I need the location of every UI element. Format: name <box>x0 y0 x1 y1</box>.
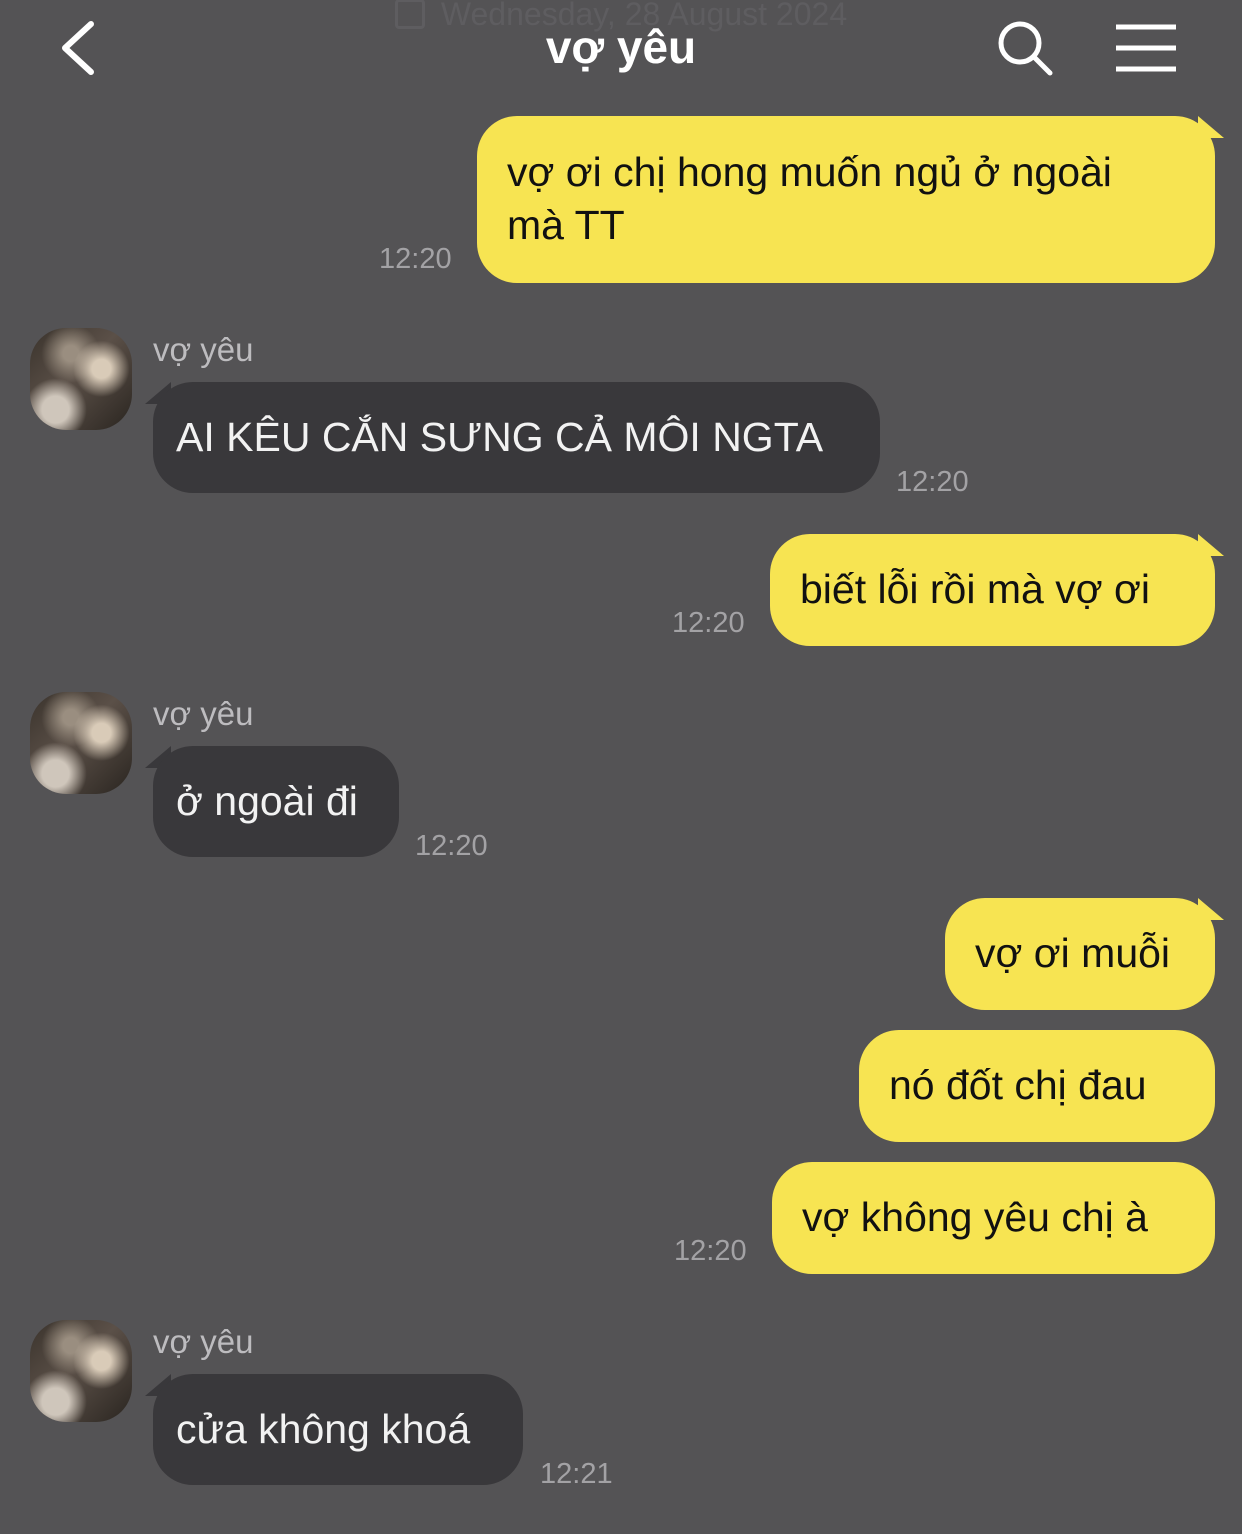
message-time: 12:20 <box>672 607 745 639</box>
avatar[interactable] <box>30 692 132 794</box>
message-bubble[interactable]: ở ngoài đi <box>153 746 399 857</box>
message-bubble[interactable]: biết lỗi rồi mà vợ ơi <box>770 534 1215 646</box>
chat-title: vợ yêu <box>545 21 697 73</box>
message-text: nó đốt chị đau <box>889 1062 1147 1108</box>
message-text: AI KÊU CẮN SƯNG CẢ MÔI NGTA <box>176 414 824 460</box>
message-bubble[interactable]: vợ ơi chị hong muốn ngủ ở ngoài mà TT <box>477 116 1215 283</box>
message-text: biết lỗi rồi mà vợ ơi <box>800 566 1150 612</box>
message-time: 12:20 <box>415 830 488 862</box>
message-time: 12:20 <box>896 466 969 498</box>
message-text: vợ không yêu chị à <box>802 1194 1148 1240</box>
message-bubble[interactable]: AI KÊU CẮN SƯNG CẢ MÔI NGTA <box>153 382 880 493</box>
message-text: ở ngoài đi <box>176 778 358 824</box>
message-time: 12:21 <box>540 1458 613 1490</box>
sender-name: vợ yêu <box>153 331 254 368</box>
sender-name: vợ yêu <box>153 695 254 732</box>
message-bubble[interactable]: vợ ơi muỗi <box>945 898 1215 1010</box>
message-text-line: mà TT <box>507 202 625 248</box>
avatar[interactable] <box>30 328 132 430</box>
message-text: vợ ơi muỗi <box>975 930 1171 976</box>
menu-icon[interactable] <box>1112 22 1180 74</box>
message-time: 12:20 <box>379 243 452 275</box>
sender-name: vợ yêu <box>153 1323 254 1360</box>
avatar[interactable] <box>30 1320 132 1422</box>
chat-header: Wednesday, 28 August 2024 vợ yêu <box>0 0 1242 100</box>
message-bubble[interactable]: vợ không yêu chị à <box>772 1162 1215 1274</box>
message-bubble[interactable]: nó đốt chị đau <box>859 1030 1215 1142</box>
message-bubble[interactable]: cửa không khoá <box>153 1374 523 1485</box>
search-icon[interactable] <box>995 18 1055 78</box>
message-text: cửa không khoá <box>176 1406 471 1452</box>
message-text-line: vợ ơi chị hong muốn ngủ ở ngoài <box>507 149 1112 195</box>
message-time: 12:20 <box>674 1235 747 1267</box>
